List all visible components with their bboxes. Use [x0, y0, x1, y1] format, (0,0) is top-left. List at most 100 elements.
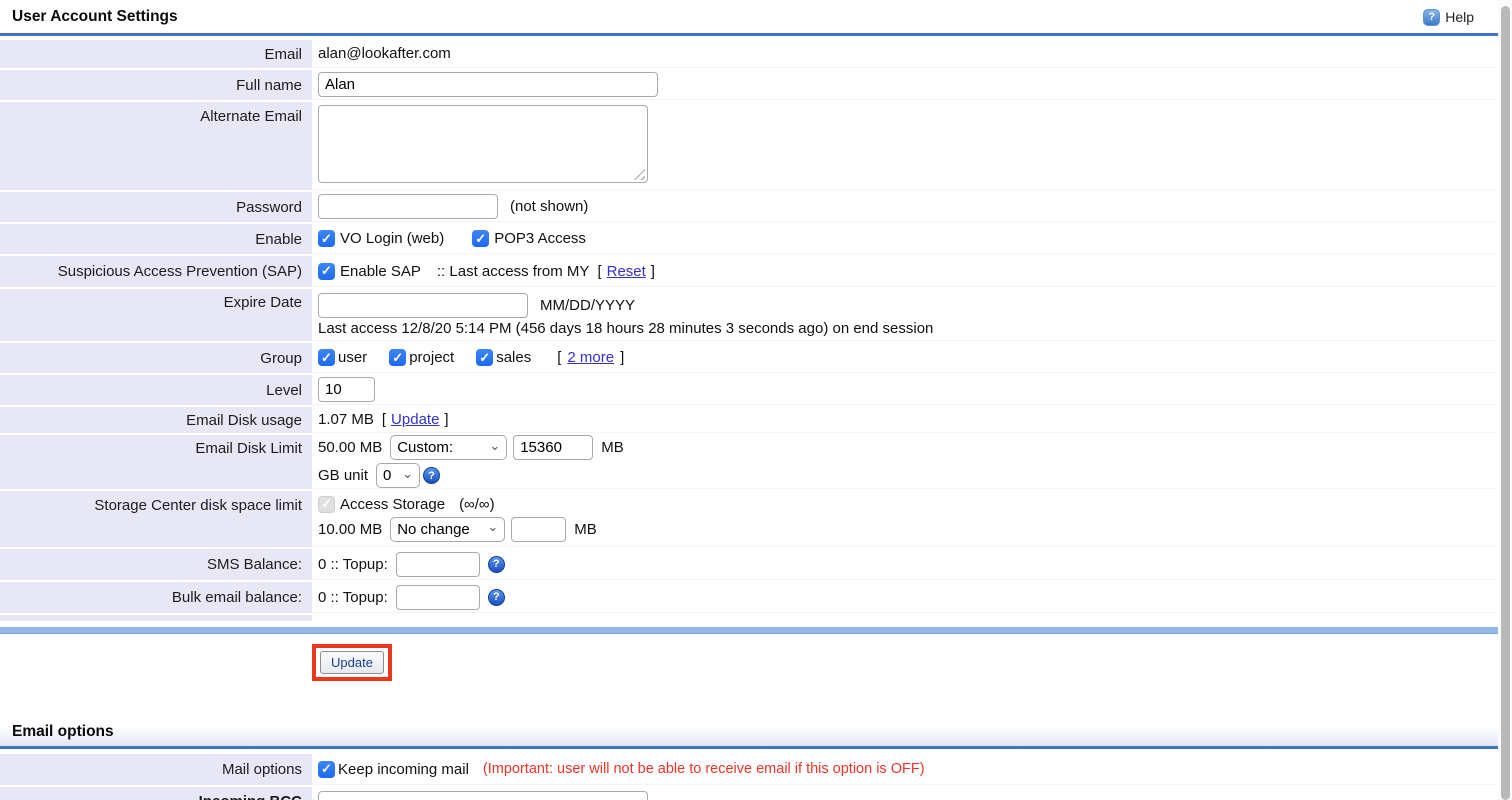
alternate-email-label: Alternate Email: [0, 102, 312, 190]
help-label[interactable]: Help: [1445, 9, 1474, 25]
table-row: Mail options ✓ Keep incoming mail (Impor…: [0, 754, 1512, 785]
bulk-topup-input[interactable]: [396, 585, 480, 610]
enable-label: Enable: [0, 224, 312, 254]
group-user-checkbox[interactable]: ✓: [318, 349, 335, 366]
table-row: Email Disk Limit 50.00 MB Custom: ⌄ MB G…: [0, 435, 1512, 489]
expire-date-label: Expire Date: [0, 289, 312, 341]
table-row: Password (not shown): [0, 192, 1512, 222]
expire-date-input[interactable]: [318, 293, 528, 318]
storage-quota-text: (∞/∞): [459, 496, 495, 513]
group-sales-checkbox[interactable]: ✓: [476, 349, 493, 366]
page-header: User Account Settings ? Help: [0, 0, 1512, 36]
bulk-help-icon[interactable]: ?: [488, 589, 505, 606]
full-name-input[interactable]: [318, 72, 658, 97]
button-area: Update: [0, 634, 1512, 681]
bracket: ]: [620, 349, 624, 366]
disk-limit-current: 50.00 MB: [318, 439, 382, 456]
storage-limit-label: Storage Center disk space limit: [0, 491, 312, 547]
table-row: Expire Date MM/DD/YYYY Last access 12/8/…: [0, 289, 1512, 341]
pop3-access-checkbox[interactable]: ✓: [472, 230, 489, 247]
storage-select[interactable]: No change ⌄: [390, 517, 505, 542]
disk-usage-value: 1.07 MB: [318, 411, 374, 428]
table-row: Full name: [0, 70, 1512, 100]
sap-reset-link[interactable]: Reset: [607, 263, 646, 280]
mail-options-label: Mail options: [0, 754, 312, 785]
alternate-email-textarea[interactable]: [318, 105, 648, 183]
vo-login-checkbox[interactable]: ✓: [318, 230, 335, 247]
table-row: [0, 615, 1512, 621]
table-row: Group ✓ user ✓ project ✓ sales [ 2 more …: [0, 343, 1512, 373]
group-project-checkbox-label: project: [409, 349, 454, 366]
group-user-checkbox-label: user: [338, 349, 367, 366]
email-options-title: Email options: [12, 723, 114, 740]
update-button[interactable]: Update: [320, 651, 384, 674]
table-row: Enable ✓ VO Login (web) ✓ POP3 Access: [0, 224, 1512, 254]
incoming-bcc-label: Incoming BCC: [0, 787, 312, 800]
group-label: Group: [0, 343, 312, 373]
group-sales-checkbox-label: sales: [496, 349, 531, 366]
keep-incoming-mail-checkbox-label: Keep incoming mail: [338, 761, 469, 778]
table-row: Suspicious Access Prevention (SAP) ✓ Ena…: [0, 256, 1512, 287]
disk-limit-select[interactable]: Custom: ⌄: [390, 435, 507, 460]
enable-sap-checkbox[interactable]: ✓: [318, 263, 335, 280]
bracket: [: [597, 263, 601, 280]
sms-balance-value: 0 :: Topup:: [318, 556, 388, 573]
mail-options-warning: (Important: user will not be able to rec…: [483, 761, 925, 777]
enable-sap-checkbox-label: Enable SAP: [340, 263, 421, 280]
account-settings-form: Email alan@lookafter.com Full name Alter…: [0, 36, 1512, 621]
bulk-balance-label: Bulk email balance:: [0, 582, 312, 613]
full-name-label: Full name: [0, 70, 312, 100]
group-more-link[interactable]: 2 more: [567, 349, 614, 366]
gb-unit-select[interactable]: 0 ⌄: [376, 463, 420, 488]
storage-current: 10.00 MB: [318, 521, 382, 538]
keep-incoming-mail-checkbox[interactable]: ✓: [318, 761, 335, 778]
help-button[interactable]: ? Help: [1423, 9, 1474, 26]
help-icon[interactable]: ?: [1423, 9, 1440, 26]
table-row: Email alan@lookafter.com: [0, 40, 1512, 68]
disk-limit-label: Email Disk Limit: [0, 435, 312, 489]
table-row: Bulk email balance: 0 :: Topup: ?: [0, 582, 1512, 613]
expire-date-format: MM/DD/YYYY: [540, 297, 635, 314]
bracket: [: [382, 411, 386, 428]
sms-topup-input[interactable]: [396, 552, 480, 577]
email-value: alan@lookafter.com: [318, 45, 1512, 62]
disk-usage-label: Email Disk usage: [0, 407, 312, 433]
sap-label: Suspicious Access Prevention (SAP): [0, 256, 312, 287]
bracket: ]: [651, 263, 655, 280]
scrollbar-track[interactable]: [1498, 0, 1512, 800]
pop3-access-checkbox-label: POP3 Access: [494, 230, 586, 247]
highlight-annotation: Update: [312, 644, 392, 681]
bulk-balance-value: 0 :: Topup:: [318, 589, 388, 606]
resize-handle-icon[interactable]: [634, 169, 645, 180]
disk-limit-custom-input[interactable]: [513, 435, 593, 460]
incoming-bcc-input[interactable]: [318, 791, 648, 800]
level-input[interactable]: [318, 377, 375, 402]
access-storage-checkbox: ✓: [318, 496, 335, 513]
storage-custom-input[interactable]: [511, 517, 566, 542]
disk-usage-update-link[interactable]: Update: [391, 411, 439, 428]
bracket: ]: [444, 411, 448, 428]
sap-last-access-text: :: Last access from MY: [437, 263, 590, 280]
email-options-form: Mail options ✓ Keep incoming mail (Impor…: [0, 749, 1512, 800]
disk-limit-unit: MB: [601, 439, 624, 456]
storage-unit: MB: [574, 521, 597, 538]
gb-unit-help-icon[interactable]: ?: [423, 467, 440, 484]
group-project-checkbox[interactable]: ✓: [389, 349, 406, 366]
password-label: Password: [0, 192, 312, 222]
page-title: User Account Settings: [12, 8, 178, 26]
table-row: Incoming BCC: [0, 787, 1512, 800]
bracket: [: [557, 349, 561, 366]
password-input[interactable]: [318, 194, 498, 219]
sms-help-icon[interactable]: ?: [488, 556, 505, 573]
email-options-header: Email options: [0, 715, 1512, 749]
level-label: Level: [0, 375, 312, 405]
table-row: Level: [0, 375, 1512, 405]
table-row: Storage Center disk space limit ✓ Access…: [0, 491, 1512, 547]
vo-login-checkbox-label: VO Login (web): [340, 230, 444, 247]
section-divider: [0, 627, 1512, 634]
scrollbar-thumb[interactable]: [1501, 6, 1510, 800]
table-row: Alternate Email: [0, 102, 1512, 190]
email-label: Email: [0, 40, 312, 68]
access-storage-checkbox-label: Access Storage: [340, 496, 445, 513]
last-access-text: Last access 12/8/20 5:14 PM (456 days 18…: [318, 320, 933, 337]
